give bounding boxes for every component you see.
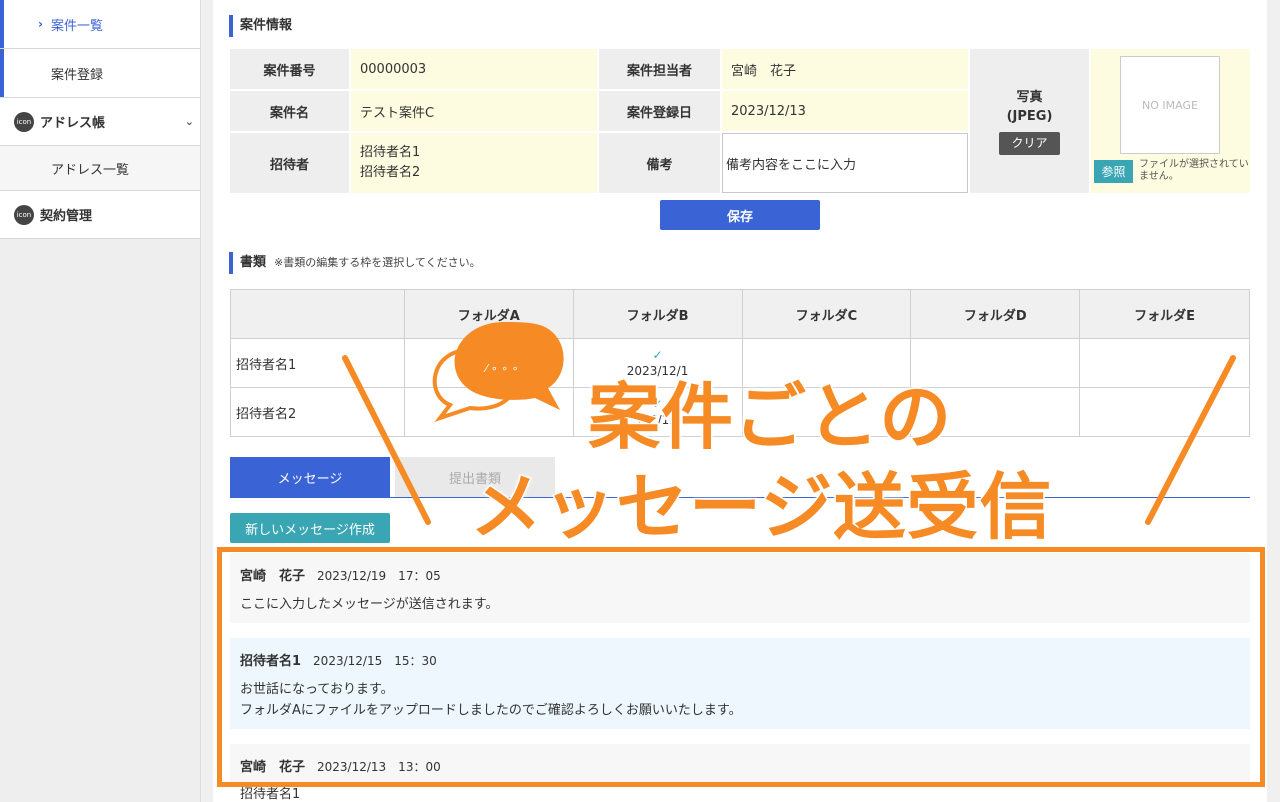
value-case-number: 00000003 [351,49,597,89]
label-case-number: 案件番号 [230,49,349,89]
address-book-icon: icon [14,111,34,132]
no-file-text: ファイルが選択されていません。 [1139,159,1249,182]
photo-label: 写真 [1016,89,1043,105]
column-header-folder-d: フォルダD [910,289,1081,339]
folder-cell[interactable] [741,338,912,388]
section-indicator [0,49,4,97]
sidebar-item-label: アドレス一覧 [51,162,130,178]
upload-date: /12/15 [638,413,677,427]
table-row: 招待者名1 ✓ 2023/12/1 [230,338,1250,388]
invitee-name: 招待者名2 [360,165,421,180]
sidebar-group-label: アドレス帳 [40,116,106,131]
photo-format-label: (JPEG) [1006,108,1053,124]
label-registered-date: 案件登録日 [599,91,720,131]
row-invitee-name: 招待者名1 [230,338,405,388]
sidebar-item-case-list[interactable]: › 案件一覧 [0,0,200,49]
value-case-name: テスト案件C [351,91,597,131]
check-icon: ✓ [652,397,663,411]
sidebar-item-case-register[interactable]: 案件登録 [0,49,200,98]
photo-upload-cell: NO IMAGE 参照 ファイルが選択されていません。 [1091,49,1250,193]
folder-cell[interactable] [910,387,1081,437]
new-message-button[interactable]: 新しいメッセージ作成 [230,513,390,543]
check-icon: ✓ [652,348,663,362]
table-header-row: フォルダA フォルダB フォルダC フォルダD フォルダE [230,289,1250,339]
sidebar-group-contracts[interactable]: icon 契約管理 [0,191,200,239]
folder-cell[interactable] [403,338,574,388]
row-invitee-name: 招待者名2 [230,387,405,437]
column-header-folder-a: フォルダA [403,289,574,339]
folder-cell[interactable] [1079,338,1250,388]
column-header-folder-b: フォルダB [572,289,743,339]
value-registered-date: 2023/12/13 [722,91,968,131]
photo-preview: NO IMAGE [1120,56,1220,154]
label-remarks: 備考 [599,133,720,193]
sidebar-item-label: 案件一覧 [51,18,104,34]
value-invitees: 招待者名1 招待者名2 [351,133,597,193]
invitee-name: 招待者名1 [360,145,421,160]
chevron-down-icon: ⌄ [184,115,194,128]
label-invitee: 招待者 [230,133,349,193]
chevron-right-icon: › [38,17,43,31]
column-header-folder-c: フォルダC [741,289,912,339]
folder-cell[interactable] [741,387,912,437]
value-assignee: 宮崎 花子 [722,49,968,89]
folder-cell[interactable] [910,338,1081,388]
folder-cell[interactable]: ✓ /12/15 [572,387,743,437]
save-button[interactable]: 保存 [660,200,820,230]
case-info-title: 案件情報 [229,15,292,37]
browse-file-button[interactable]: 参照 [1094,160,1133,183]
active-indicator [0,0,4,48]
photo-label-cell: 写真 (JPEG) クリア [970,49,1089,193]
label-assignee: 案件担当者 [599,49,720,89]
folder-cell[interactable] [403,387,574,437]
upload-date: 2023/12/1 [626,364,689,378]
table-header-empty [230,289,405,339]
folder-cell[interactable] [1079,387,1250,437]
message-sender: 招待者名1 [240,787,301,802]
documents-table: フォルダA フォルダB フォルダC フォルダD フォルダE 招待者名1 ✓ 202… [230,289,1250,437]
message-highlight-frame [217,547,1265,787]
contract-icon: icon [14,204,34,225]
sidebar: › 案件一覧 案件登録 icon アドレス帳 ⌄ アドレス一覧 icon 契約管… [0,0,201,802]
sidebar-item-address-list[interactable]: アドレス一覧 [0,146,200,191]
sidebar-group-address-book[interactable]: icon アドレス帳 ⌄ [0,98,200,146]
tab-submitted-documents[interactable]: 提出書類 [395,457,555,497]
sidebar-item-label: 案件登録 [51,67,104,83]
column-header-folder-e: フォルダE [1079,289,1250,339]
folder-cell[interactable]: ✓ 2023/12/1 [572,338,743,388]
label-case-name: 案件名 [230,91,349,131]
case-info-table: 案件番号 00000003 案件担当者 宮崎 花子 案件名 テスト案件C 案件登… [230,49,1250,193]
documents-title: 書類 ※書類の編集する枠を選択してください。 [229,252,481,274]
tab-messages[interactable]: メッセージ [230,457,390,497]
case-info-title-text: 案件情報 [240,18,293,33]
message-tabs: メッセージ 提出書類 [230,457,1250,498]
documents-note: ※書類の編集する枠を選択してください。 [274,256,481,269]
app-frame: › 案件一覧 案件登録 icon アドレス帳 ⌄ アドレス一覧 icon 契約管… [0,0,1280,802]
table-row: 招待者名2 ✓ /12/15 [230,387,1250,437]
remarks-input[interactable]: 備考内容をここに入力 [722,133,968,193]
sidebar-group-label: 契約管理 [40,209,93,224]
documents-title-text: 書類 [240,255,267,270]
clear-photo-button[interactable]: クリア [999,131,1060,155]
